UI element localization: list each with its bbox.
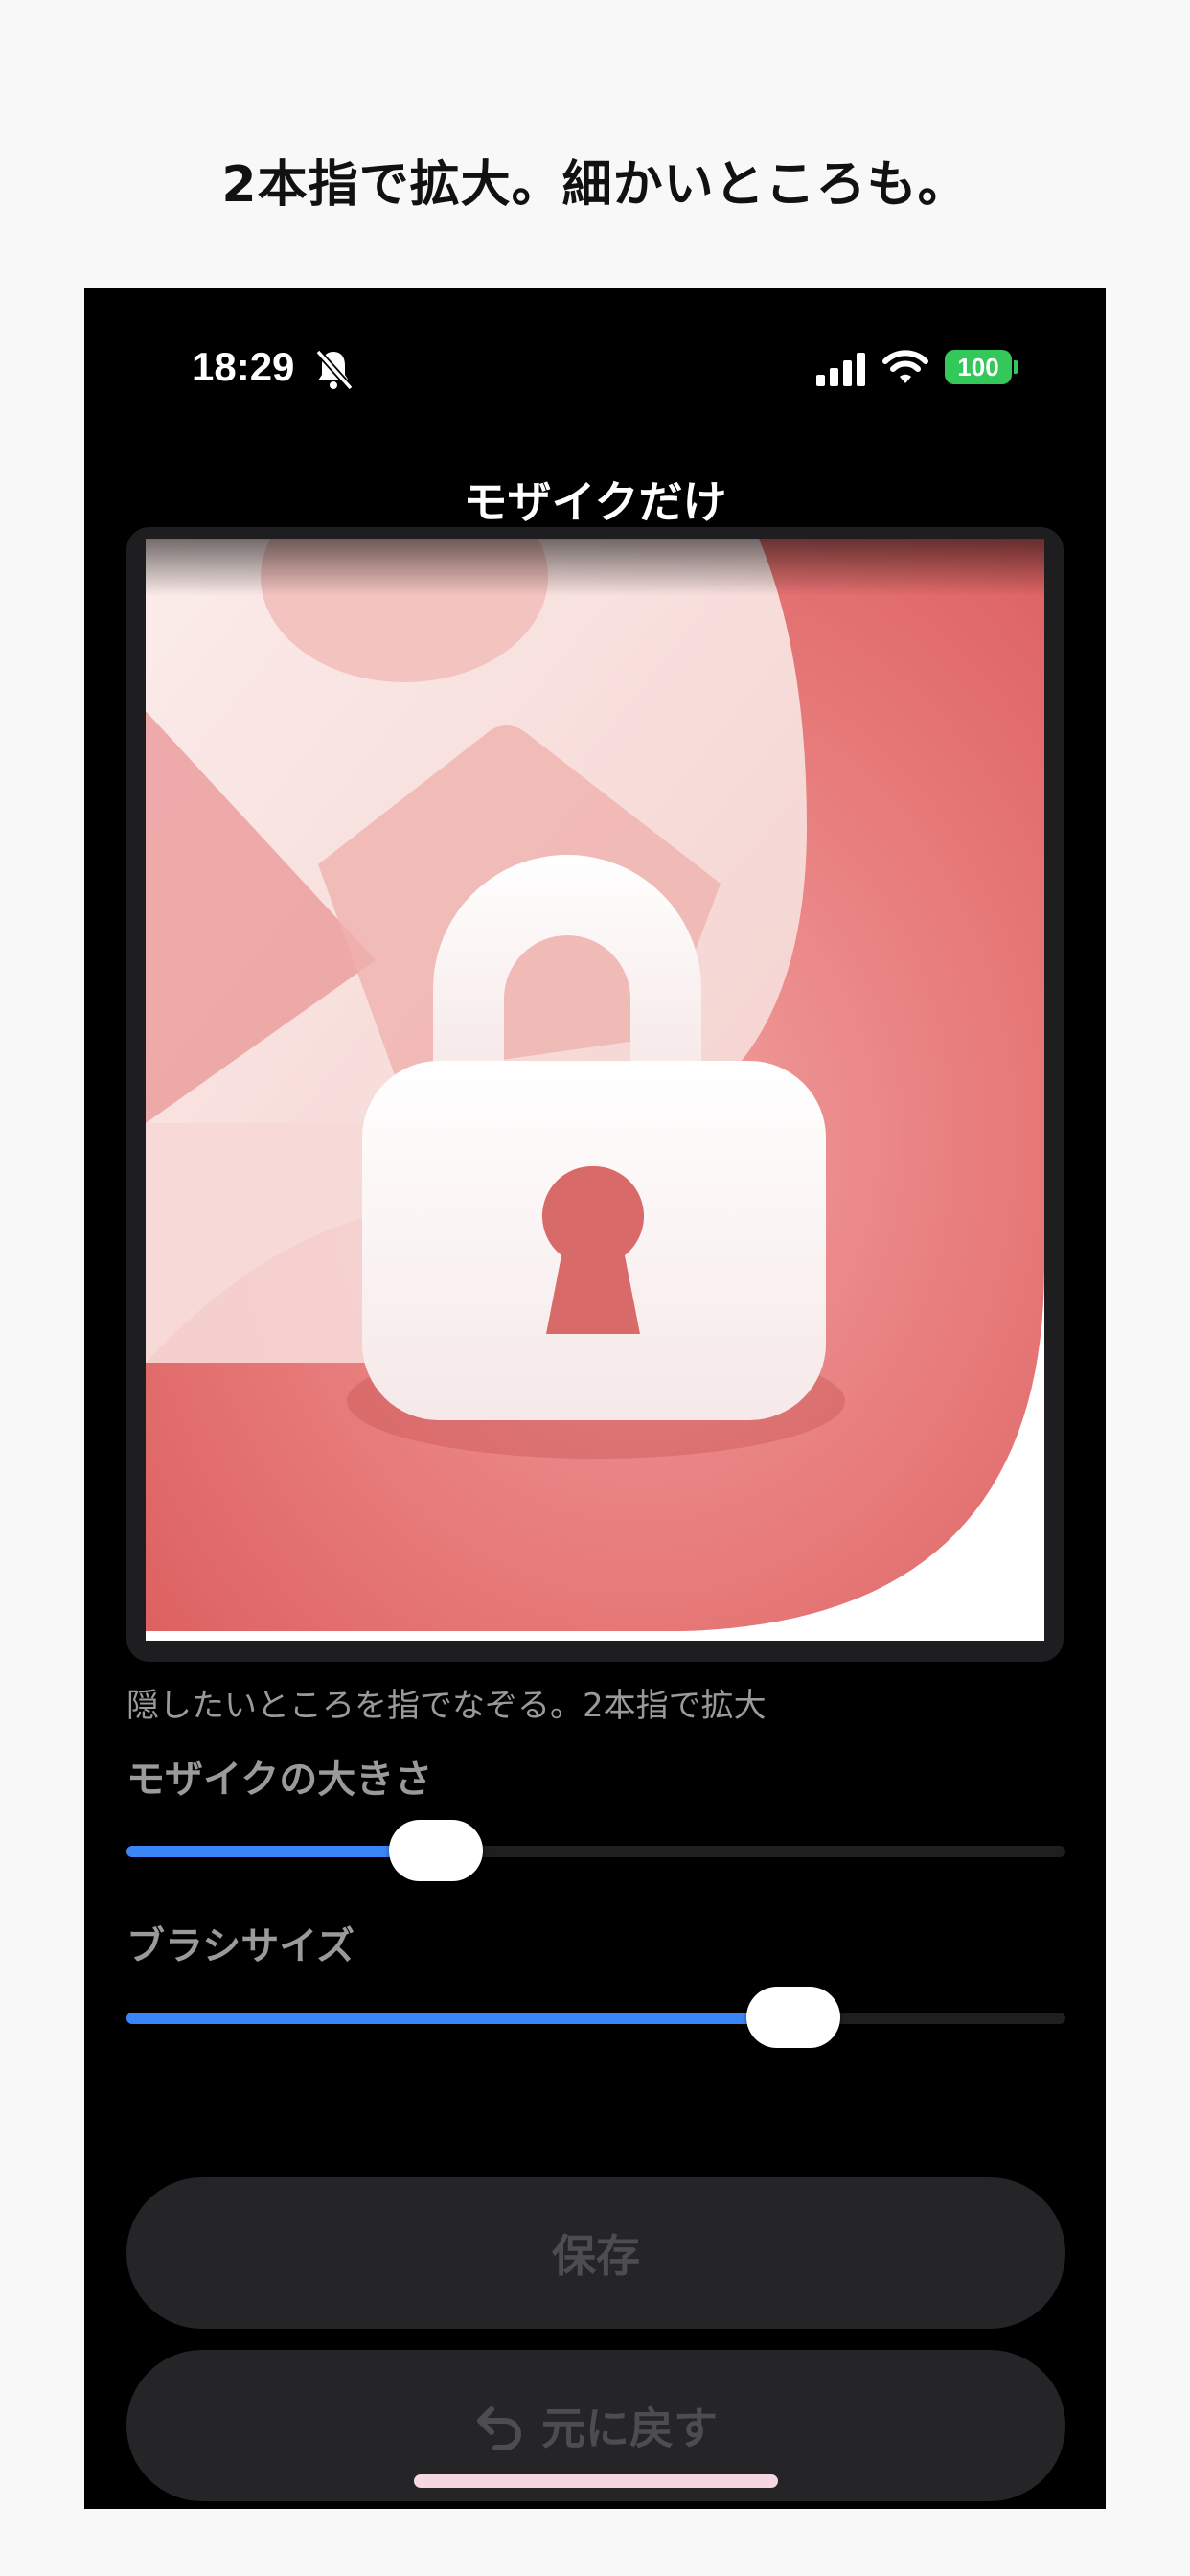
brush-size-label: ブラシサイズ bbox=[126, 1924, 355, 1968]
status-bar: 18:29 100 bbox=[84, 340, 1106, 398]
screen-title: モザイクだけ bbox=[463, 476, 727, 528]
hint-text: 隠したいところを指でなぞる。2本指で拡大 bbox=[126, 1687, 767, 1725]
mosaic-size-slider[interactable] bbox=[126, 1818, 1065, 1885]
bell-slash-icon bbox=[315, 349, 354, 391]
editable-image-canvas[interactable] bbox=[146, 539, 1044, 1641]
slider-fill bbox=[126, 2012, 793, 2024]
status-time: 18:29 bbox=[192, 344, 295, 389]
battery-tip bbox=[1014, 360, 1018, 374]
wifi-icon bbox=[882, 350, 928, 383]
app-icon-illustration bbox=[146, 539, 1044, 1641]
battery-indicator: 100 bbox=[945, 350, 1012, 384]
save-button[interactable]: 保存 bbox=[126, 2177, 1065, 2329]
home-indicator bbox=[414, 2474, 778, 2488]
promo-headline: 2本指で拡大。細かいところも。 bbox=[221, 156, 969, 214]
undo-button-label: 元に戻す bbox=[541, 2403, 718, 2454]
image-canvas-frame bbox=[126, 527, 1064, 1662]
mosaic-size-label: モザイクの大きさ bbox=[126, 1758, 433, 1802]
undo-arrow-icon bbox=[477, 2406, 521, 2450]
slider-thumb[interactable] bbox=[389, 1820, 484, 1881]
slider-thumb[interactable] bbox=[745, 1987, 840, 2048]
cellular-signal-icon bbox=[816, 353, 865, 386]
phone-screen: 18:29 100 モザイクだけ 隠したいところを指でなぞる。2本指で拡大 モザ… bbox=[84, 288, 1106, 2509]
brush-size-slider[interactable] bbox=[126, 1985, 1065, 2052]
save-button-label: 保存 bbox=[552, 2230, 640, 2282]
